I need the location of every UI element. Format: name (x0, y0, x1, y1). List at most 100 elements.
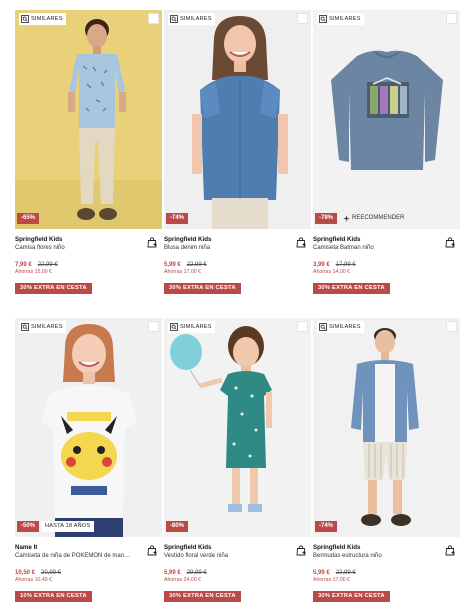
current-price: 5,99 € (164, 570, 181, 576)
product-info: Name It Camiseta de niña de POKEMON de m… (15, 537, 162, 612)
age-range-badge: HASTA 18 AÑOS (41, 521, 95, 532)
batman-tshirt-photo (313, 10, 460, 229)
discount-badge: -74% (166, 213, 189, 224)
original-price: 22,99 € (335, 570, 356, 576)
promo-badge: 30% EXTRA EN CESTA (313, 283, 390, 294)
discount-badge: -78% (315, 213, 338, 224)
favorite-checkbox[interactable] (148, 13, 159, 24)
add-to-bag-icon[interactable] (445, 237, 455, 248)
savings-text: Ahorras 17,00 € (313, 577, 350, 583)
favorite-checkbox[interactable] (446, 13, 457, 24)
current-price: 10,50 € (15, 570, 36, 576)
discount-badge: -80% (166, 521, 189, 532)
recommender-label: REECOMMENDER (352, 215, 405, 221)
add-to-bag-icon[interactable] (296, 545, 306, 556)
similar-label: SIMILARES (329, 16, 361, 22)
product-name[interactable]: Camiseta Batman niño (313, 244, 431, 252)
favorite-checkbox[interactable] (446, 321, 457, 332)
original-price: 29,99 € (186, 570, 207, 576)
product-name[interactable]: Bermudas estructura niño (313, 552, 431, 560)
product-card[interactable]: SIMILARES -80% Springfield Kids Vestido … (164, 318, 311, 612)
discount-badge: -50% (17, 521, 40, 532)
price-row: 5,99 € 22,99 € (313, 569, 460, 577)
girl-denim-blouse-photo (164, 10, 311, 229)
similar-icon (319, 15, 327, 23)
favorite-checkbox[interactable] (148, 321, 159, 332)
favorite-checkbox[interactable] (297, 13, 308, 24)
savings-text: Ahorras 14,00 € (313, 269, 350, 275)
product-card[interactable]: SIMILARES -78% REECOMMENDER Springfield … (313, 10, 460, 317)
current-price: 3,99 € (313, 262, 330, 268)
current-price: 7,99 € (15, 262, 32, 268)
pokemon-tshirt-photo (15, 318, 162, 537)
product-image[interactable]: SIMILARES -78% REECOMMENDER (313, 10, 460, 229)
product-image[interactable]: SIMILARES -80% (164, 318, 311, 537)
add-to-bag-icon[interactable] (445, 545, 455, 556)
price-row: 10,50 € 20,99 € (15, 569, 162, 577)
boy-floral-shirt-photo (15, 10, 162, 229)
product-card[interactable]: SIMILARES -50% HASTA 18 AÑOS Name It Cam… (15, 318, 162, 612)
favorite-checkbox[interactable] (297, 321, 308, 332)
product-card[interactable]: SIMILARES -74% Springfield Kids Blusa de… (164, 10, 311, 317)
original-price: 17,99 € (335, 262, 356, 268)
current-price: 5,99 € (313, 570, 330, 576)
similar-products-button[interactable]: SIMILARES (19, 321, 66, 333)
similar-label: SIMILARES (329, 324, 361, 330)
product-name[interactable]: Camisa flores niño (15, 244, 133, 252)
product-name[interactable]: Blusa denim niña (164, 244, 282, 252)
price-row: 7,99 € 22,99 € (15, 261, 162, 269)
savings-text: Ahorras 10,49 € (15, 577, 52, 583)
promo-badge: 30% EXTRA EN CESTA (164, 591, 241, 602)
similar-label: SIMILARES (31, 16, 63, 22)
original-price: 20,99 € (41, 570, 62, 576)
product-name[interactable]: Vestido floral verde niña (164, 552, 282, 560)
similar-icon (319, 323, 327, 331)
discount-badge: -65% (17, 213, 40, 224)
savings-text: Ahorras 17,00 € (164, 269, 201, 275)
product-card[interactable]: SIMILARES -74% Springfield Kids Bermudas… (313, 318, 460, 612)
product-brand: Springfield Kids (313, 544, 361, 551)
add-to-bag-icon[interactable] (147, 545, 157, 556)
product-brand: Springfield Kids (164, 236, 212, 243)
product-brand: Springfield Kids (313, 236, 361, 243)
similar-icon (21, 15, 29, 23)
similar-label: SIMILARES (180, 16, 212, 22)
add-to-bag-icon[interactable] (147, 237, 157, 248)
similar-label: SIMILARES (31, 324, 63, 330)
original-price: 22,99 € (37, 262, 58, 268)
similar-label: SIMILARES (180, 324, 212, 330)
product-image[interactable]: SIMILARES -74% (313, 318, 460, 537)
product-info: Springfield Kids Bermudas estructura niñ… (313, 537, 460, 612)
product-info: Springfield Kids Camiseta Batman niño 3,… (313, 229, 460, 317)
promo-badge: 30% EXTRA EN CESTA (15, 283, 92, 294)
similar-products-button[interactable]: SIMILARES (168, 321, 215, 333)
similar-icon (170, 15, 178, 23)
price-row: 5,99 € 22,99 € (164, 261, 311, 269)
product-brand: Springfield Kids (15, 236, 63, 243)
product-name[interactable]: Camiseta de niña de POKEMON de manga c..… (15, 552, 133, 560)
similar-products-button[interactable]: SIMILARES (317, 321, 364, 333)
product-image[interactable]: SIMILARES -74% (164, 10, 311, 229)
discount-badge: -74% (315, 521, 338, 532)
add-to-bag-icon[interactable] (296, 237, 306, 248)
product-image[interactable]: SIMILARES -50% HASTA 18 AÑOS (15, 318, 162, 537)
savings-text: Ahorras 24,00 € (164, 577, 201, 583)
similar-products-button[interactable]: SIMILARES (168, 13, 215, 25)
product-info: Springfield Kids Camisa flores niño 7,99… (15, 229, 162, 317)
product-grid: SIMILARES -65% Springfield Kids Camisa f… (0, 0, 475, 612)
original-price: 22,99 € (186, 262, 207, 268)
similar-products-button[interactable]: SIMILARES (317, 13, 364, 25)
similar-icon (21, 323, 29, 331)
striped-bermuda-photo (313, 318, 460, 537)
product-brand: Springfield Kids (164, 544, 212, 551)
current-price: 5,99 € (164, 262, 181, 268)
product-info: Springfield Kids Vestido floral verde ni… (164, 537, 311, 612)
savings-text: Ahorras 15,00 € (15, 269, 52, 275)
product-card[interactable]: SIMILARES -65% Springfield Kids Camisa f… (15, 10, 162, 317)
similar-products-button[interactable]: SIMILARES (19, 13, 66, 25)
promo-badge: 10% EXTRA EN CESTA (15, 591, 92, 602)
product-info: Springfield Kids Blusa denim niña 5,99 €… (164, 229, 311, 317)
recommender-badge: REECOMMENDER (340, 213, 407, 224)
product-image[interactable]: SIMILARES -65% (15, 10, 162, 229)
sparkle-icon (343, 215, 350, 222)
